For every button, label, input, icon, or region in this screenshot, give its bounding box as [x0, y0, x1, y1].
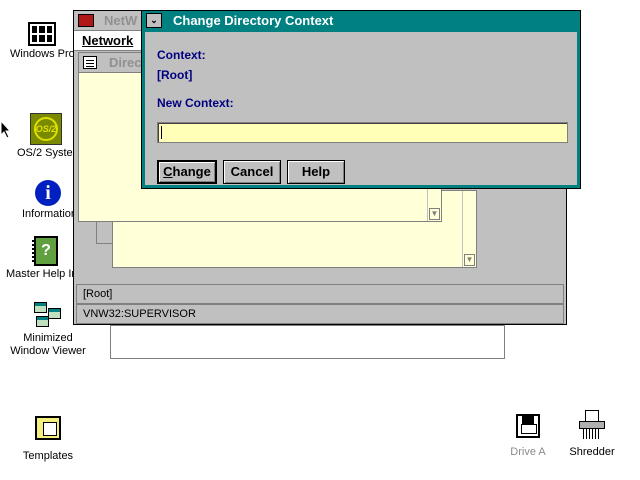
help-button[interactable]: Help — [287, 160, 345, 184]
dialog-title: Change Directory Context — [173, 13, 334, 28]
vertical-scrollbar[interactable]: ▼ — [462, 191, 476, 267]
netware-app-icon[interactable] — [78, 14, 94, 27]
scroll-down-arrow-icon[interactable]: ▼ — [429, 208, 440, 220]
new-context-label: New Context: — [157, 96, 234, 110]
directory-window-title: Direc — [109, 55, 142, 70]
floppy-drive-icon — [516, 414, 540, 438]
directory-window-menu-icon[interactable] — [83, 56, 97, 69]
text-caret — [161, 126, 162, 139]
desktop-icon-shredder[interactable]: Shredder — [552, 410, 632, 459]
desktop-icon-label: Templates — [22, 450, 74, 462]
context-value: [Root] — [157, 68, 193, 82]
context-label: Context: — [157, 48, 206, 62]
help-book-icon: ? — [32, 236, 58, 266]
system-menu-icon[interactable]: ⌄ — [146, 13, 162, 28]
mouse-pointer-icon — [0, 120, 12, 139]
desktop-icon-label: Shredder — [569, 446, 615, 458]
templates-folder-icon — [35, 416, 61, 440]
status-user: VNW32:SUPERVISOR — [76, 304, 564, 324]
minimized-window-viewer-icon — [32, 302, 64, 330]
change-directory-context-dialog: ⌄ Change Directory Context Context: [Roo… — [141, 10, 581, 189]
information-icon: i — [35, 180, 61, 206]
dialog-titlebar[interactable]: ⌄ Change Directory Context — [142, 11, 580, 31]
background-window-pane — [110, 325, 505, 359]
tree-connector-line — [96, 243, 112, 244]
menu-network[interactable]: Network — [82, 31, 133, 50]
os2-system-icon: OS/2 — [30, 113, 62, 145]
desktop-icon-templates[interactable]: Templates — [8, 416, 88, 463]
tree-connector-line — [96, 222, 97, 244]
shredder-icon — [579, 410, 605, 440]
scroll-down-arrow-icon[interactable]: ▼ — [464, 254, 475, 266]
desktop-icon-label: Windows Pro — [10, 48, 75, 60]
status-context: [Root] — [76, 284, 564, 304]
cancel-button[interactable]: Cancel — [223, 160, 281, 184]
netware-window-title: NetW — [104, 13, 138, 28]
desktop-icon-windows-programs[interactable]: Windows Pro — [2, 22, 82, 61]
change-button[interactable]: Change — [157, 160, 217, 184]
dialog-client-area: Context: [Root] New Context: Change Canc… — [145, 32, 577, 185]
windows-programs-icon — [28, 22, 56, 46]
desktop-icon-label: Minimized Window Viewer — [10, 332, 86, 357]
new-context-input[interactable] — [157, 122, 568, 143]
